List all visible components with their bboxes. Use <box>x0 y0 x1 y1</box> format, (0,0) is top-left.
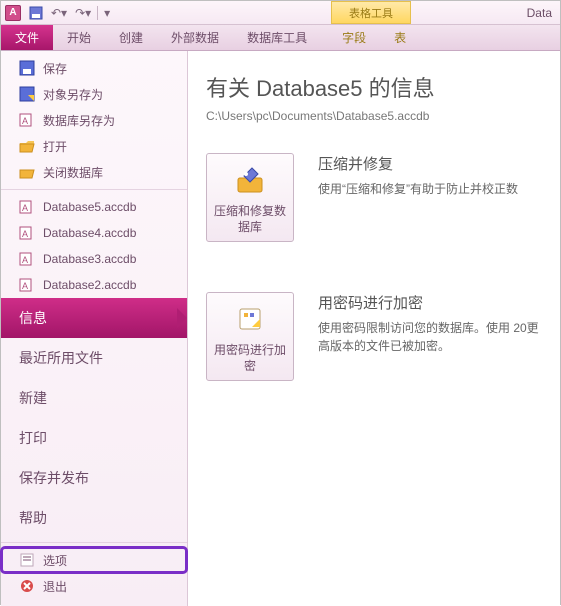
sidebar-open[interactable]: 打开 <box>1 133 187 159</box>
separator <box>1 542 187 543</box>
action-description: 用密码进行加密 使用密码限制访问您的数据库。使用 20更高版本的文件已被加密。 <box>318 292 548 355</box>
label: 保存 <box>43 60 67 77</box>
label: 打开 <box>43 138 67 155</box>
label: Database4.accdb <box>43 226 136 240</box>
save-icon <box>19 60 35 76</box>
db-save-as-icon: A <box>19 112 35 128</box>
nav-help[interactable]: 帮助 <box>1 498 187 538</box>
file-path: C:\Users\pc\Documents\Database5.accdb <box>206 109 548 123</box>
exit-icon <box>19 578 35 594</box>
label: 对象另存为 <box>43 86 103 103</box>
title-bar: A ↶▾ ↷▾ ▾ 表格工具 Data <box>1 1 560 25</box>
tab-file[interactable]: 文件 <box>1 25 53 50</box>
label: Database3.accdb <box>43 252 136 266</box>
recent-file[interactable]: A Database3.accdb <box>1 246 187 272</box>
page-title: 有关 Database5 的信息 <box>206 71 548 103</box>
recent-file[interactable]: A Database5.accdb <box>1 194 187 220</box>
svg-text:A: A <box>22 281 28 291</box>
recent-file[interactable]: A Database2.accdb <box>1 272 187 298</box>
open-icon <box>19 138 35 154</box>
qat-undo-icon[interactable]: ↶▾ <box>47 4 71 22</box>
options-icon <box>19 552 35 568</box>
accdb-file-icon: A <box>19 277 35 293</box>
sidebar-save-object-as[interactable]: 对象另存为 <box>1 81 187 107</box>
nav-print[interactable]: 打印 <box>1 418 187 458</box>
label: 关闭数据库 <box>43 164 103 181</box>
backstage: 保存 对象另存为 A 数据库另存为 打开 关闭数据库 <box>1 51 560 606</box>
svg-text:A: A <box>22 255 28 265</box>
nav-save-publish[interactable]: 保存并发布 <box>1 458 187 498</box>
nav-options[interactable]: 选项 <box>1 547 187 573</box>
qat-customize-icon[interactable]: ▾ <box>100 4 114 22</box>
tab-create[interactable]: 创建 <box>105 25 157 50</box>
label: Database2.accdb <box>43 278 136 292</box>
svg-text:A: A <box>22 229 28 239</box>
action-heading: 用密码进行加密 <box>318 292 548 313</box>
qat-save-icon[interactable] <box>25 4 47 22</box>
label: 退出 <box>43 578 67 595</box>
backstage-content: 有关 Database5 的信息 C:\Users\pc\Documents\D… <box>188 51 560 606</box>
contextual-tab-group: 表格工具 <box>331 1 411 24</box>
compact-repair-button[interactable]: 压缩和修复数据库 <box>206 153 294 242</box>
encrypt-icon <box>234 303 266 335</box>
backstage-sidebar: 保存 对象另存为 A 数据库另存为 打开 关闭数据库 <box>1 51 188 606</box>
close-db-icon <box>19 164 35 180</box>
app-icon: A <box>5 5 21 21</box>
sidebar-close-db[interactable]: 关闭数据库 <box>1 159 187 185</box>
nav-exit[interactable]: 退出 <box>1 573 187 599</box>
window-title: Data <box>527 1 552 24</box>
button-label: 压缩和修复数据库 <box>213 204 287 235</box>
accdb-file-icon: A <box>19 251 35 267</box>
button-label: 用密码进行加密 <box>213 343 287 374</box>
label: Database5.accdb <box>43 200 136 214</box>
ribbon-tabs: 文件 开始 创建 外部数据 数据库工具 字段 表 <box>1 25 560 51</box>
info-action-encrypt: 用密码进行加密 用密码进行加密 使用密码限制访问您的数据库。使用 20更高版本的… <box>206 292 548 381</box>
tab-external-data[interactable]: 外部数据 <box>157 25 233 50</box>
tab-home[interactable]: 开始 <box>53 25 105 50</box>
label: 数据库另存为 <box>43 112 115 129</box>
accdb-file-icon: A <box>19 225 35 241</box>
action-text: 使用“压缩和修复”有助于防止并校正数 <box>318 180 518 198</box>
tab-table[interactable]: 表 <box>380 25 420 50</box>
save-as-icon <box>19 86 35 102</box>
separator <box>1 189 187 190</box>
nav-new[interactable]: 新建 <box>1 378 187 418</box>
info-action-compact: 压缩和修复数据库 压缩并修复 使用“压缩和修复”有助于防止并校正数 <box>206 153 548 242</box>
accdb-file-icon: A <box>19 199 35 215</box>
sidebar-save[interactable]: 保存 <box>1 55 187 81</box>
svg-text:A: A <box>22 203 28 213</box>
action-heading: 压缩并修复 <box>318 153 518 174</box>
action-description: 压缩并修复 使用“压缩和修复”有助于防止并校正数 <box>318 153 518 198</box>
compact-repair-icon <box>234 164 266 196</box>
nav-recent[interactable]: 最近所用文件 <box>1 338 187 378</box>
encrypt-button[interactable]: 用密码进行加密 <box>206 292 294 381</box>
sidebar-save-db-as[interactable]: A 数据库另存为 <box>1 107 187 133</box>
tab-db-tools[interactable]: 数据库工具 <box>233 25 321 50</box>
svg-text:A: A <box>22 116 28 126</box>
action-text: 使用密码限制访问您的数据库。使用 20更高版本的文件已被加密。 <box>318 319 548 355</box>
separator <box>97 6 98 20</box>
tab-fields[interactable]: 字段 <box>328 25 380 50</box>
qat-redo-icon[interactable]: ↷▾ <box>71 4 95 22</box>
recent-file[interactable]: A Database4.accdb <box>1 220 187 246</box>
label: 选项 <box>43 552 67 569</box>
nav-info[interactable]: 信息 <box>1 298 187 338</box>
